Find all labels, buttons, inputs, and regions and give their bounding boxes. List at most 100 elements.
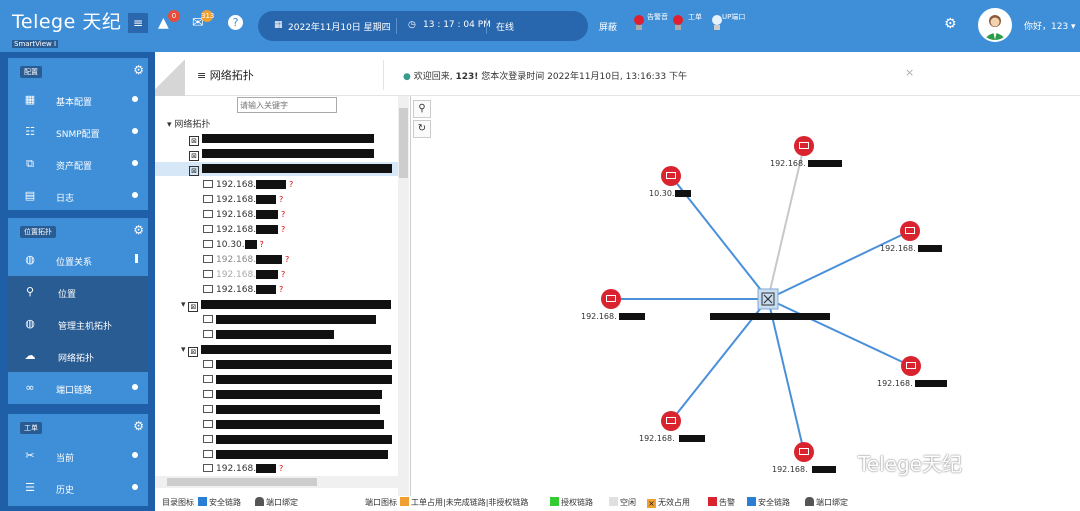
tree-leaf[interactable] — [203, 328, 334, 342]
up-port-label: UP端口 — [722, 13, 746, 21]
book-icon: ▤ — [24, 189, 36, 202]
sidebar-item-location-relation[interactable]: ◍ 位置关系 — [8, 244, 148, 276]
tree-leaf[interactable] — [203, 388, 382, 402]
tree-leaf[interactable]: 192.168. ? — [203, 253, 289, 267]
topology-canvas[interactable]: 192.168. 10.30. 192.168. 192.168. 192.16… — [438, 96, 1080, 496]
tools-icon: ✂ — [25, 449, 35, 462]
globe-icon: ◍ — [25, 253, 35, 266]
sidebar-item-port-link[interactable]: ∞ 端口链路 — [8, 372, 148, 404]
tree-leaf[interactable]: 192.168. ? — [203, 193, 283, 207]
datetime-pill: ▦ 2022年11月10日 星期四 ◷ 13 : 17 : 04 PM 在线 — [258, 11, 588, 41]
user-greeting[interactable]: 你好，123 ▾ — [1024, 19, 1076, 32]
sidebar-item-history[interactable]: ☰ 历史 — [8, 472, 148, 504]
legend-dir-label: 目录图标 — [162, 498, 194, 507]
tree-search-input[interactable] — [237, 97, 337, 113]
settings-gear-icon[interactable]: ⚙ — [944, 16, 957, 32]
help-icon[interactable]: ? — [228, 15, 243, 30]
sidebar-item-log[interactable]: ▤ 日志 — [8, 180, 148, 212]
tree-switch-node[interactable]: ▾ ⊠ — [181, 298, 392, 312]
top-bar: Telege 天纪 SmartView I ≡ ▲ 0 ✉ 313 ? ▦ 20… — [0, 0, 1080, 52]
topology-tree-panel: ▾ 网络拓扑 ⊠ ⊠ ⊠ 192.168. ? 192.168. ? 192.1… — [155, 96, 411, 496]
sidebar-item-host-topology[interactable]: ◍ 管理主机拓扑 — [8, 308, 148, 340]
sidebar-item-current[interactable]: ✂ 当前 — [8, 440, 148, 472]
clock-icon: ◷ — [408, 20, 416, 30]
user-avatar[interactable] — [978, 8, 1012, 42]
pin-icon: ⚲ — [25, 285, 35, 298]
sidebar: 配置 ⚙ ▦ 基本配置 ☷ SNMP配置 ⧉ 资产配置 ▤ 日志 位置拓扑 ⚙ ◍ 位置关… — [0, 52, 155, 511]
alarm-sound-bulb-icon[interactable] — [633, 14, 645, 32]
tree-leaf[interactable]: 192.168. ? — [203, 223, 285, 237]
close-welcome-button[interactable]: × — [905, 66, 914, 79]
tree-horizontal-scrollbar[interactable] — [155, 476, 398, 488]
section-title: 工单 — [20, 422, 42, 434]
tree-vertical-scrollbar[interactable] — [398, 96, 409, 496]
tree-leaf[interactable] — [203, 358, 392, 372]
main-content: ≡ 网络拓扑 ● 欢迎回来, 123! 您本次登录时间 2022年11月10日,… — [155, 52, 1080, 511]
svg-text:192.168.: 192.168. — [880, 244, 916, 253]
legend-idle: 空闲 — [609, 497, 636, 508]
topology-link — [767, 298, 912, 367]
list-icon: ☰ — [25, 481, 35, 494]
tree-leaf[interactable] — [203, 433, 392, 447]
app-logo-subtitle: SmartView I — [12, 40, 59, 48]
sidebar-item-location[interactable]: ⚲ 位置 — [8, 276, 148, 308]
tree-leaf[interactable] — [203, 403, 380, 417]
topology-link-idle — [767, 145, 805, 300]
legend-port-icon-label: 端口图标 — [365, 498, 397, 507]
tree-switch-node[interactable]: ▾ ⊠ — [181, 343, 392, 357]
info-icon: ● — [403, 72, 411, 82]
legend-bar: 目录图标 安全链路 端口绑定 端口图标 工单占用|未完成链路|非授权链路 授权链… — [155, 494, 1080, 511]
alarm-sound-label: 告警音 — [647, 13, 668, 21]
tree-leaf[interactable]: 10.30. ? — [203, 238, 264, 252]
svg-text:192.168.: 192.168. — [772, 465, 808, 474]
sidebar-section-workorder: 工单 ⚙ ✂ 当前 ☰ 历史 — [8, 414, 148, 506]
mail-badge: 313 — [201, 10, 215, 22]
section-gear-icon[interactable]: ⚙ — [133, 419, 144, 433]
tree-switch-node-selected[interactable]: ⊠ — [155, 162, 398, 176]
tree-leaf[interactable] — [203, 418, 384, 432]
order-label: 工单 — [688, 13, 702, 21]
tab-bar: ≡ 网络拓扑 ● 欢迎回来, 123! 您本次登录时间 2022年11月10日,… — [155, 52, 1080, 96]
current-date: 2022年11月10日 星期四 — [288, 23, 391, 33]
tree-switch-node[interactable]: ⊠ — [189, 132, 374, 146]
menu-toggle-button[interactable]: ≡ — [128, 13, 148, 33]
tree-leaf[interactable]: 192.168. ? — [203, 178, 293, 192]
sidebar-item-basic-config[interactable]: ▦ 基本配置 — [8, 84, 148, 116]
tree-leaf[interactable] — [203, 448, 388, 462]
sidebar-section-topology: 位置拓扑 ⚙ ◍ 位置关系 ⚲ 位置 ◍ 管理主机拓扑 ☁ 网络拓扑 ∞ 端口链路 — [8, 218, 148, 404]
topology-node: 192.168. — [877, 356, 947, 388]
refresh-icon[interactable]: ↻ — [413, 120, 431, 138]
current-time: 13 : 17 : 04 PM — [423, 20, 491, 30]
sidebar-section-config: 配置 ⚙ ▦ 基本配置 ☷ SNMP配置 ⧉ 资产配置 ▤ 日志 — [8, 58, 148, 210]
watermark: Telege天纪 — [858, 452, 962, 476]
order-bulb-icon[interactable] — [672, 14, 684, 32]
section-title: 位置拓扑 — [20, 226, 56, 238]
alarm-icon[interactable]: ▲ — [158, 15, 169, 31]
search-icon[interactable]: ⚲ — [413, 100, 431, 118]
legend-order-used: 工单占用|未完成链路|非授权链路 — [400, 497, 528, 508]
section-gear-icon[interactable]: ⚙ — [133, 223, 144, 237]
legend-alarm: 告警 — [708, 497, 735, 508]
sidebar-item-network-topology[interactable]: ☁ 网络拓扑 — [8, 340, 148, 372]
topology-node: 10.30. — [649, 166, 691, 198]
svg-text:192.168.: 192.168. — [581, 312, 617, 321]
tree-leaf[interactable]: 192.168. ? — [203, 268, 285, 282]
topology-center-switch[interactable] — [710, 288, 830, 320]
tree-leaf[interactable]: 192.168. ? — [203, 462, 283, 476]
mute-toggle[interactable]: 屏蔽 — [599, 20, 617, 33]
section-gear-icon[interactable]: ⚙ — [133, 63, 144, 77]
sidebar-item-snmp-config[interactable]: ☷ SNMP配置 — [8, 116, 148, 148]
tree-leaf[interactable]: 192.168. ? — [203, 208, 285, 222]
tree-leaf[interactable] — [203, 313, 376, 327]
tree-leaf[interactable]: 192.168. ? — [203, 283, 283, 297]
tree-root[interactable]: ▾ 网络拓扑 — [167, 118, 210, 132]
globe-icon: ◍ — [25, 317, 35, 330]
tree-leaf[interactable] — [203, 373, 392, 387]
sidebar-item-asset-config[interactable]: ⧉ 资产配置 — [8, 148, 148, 180]
svg-text:10.30.: 10.30. — [649, 189, 674, 198]
alarm-badge: 0 — [168, 10, 180, 22]
svg-text:192.168.: 192.168. — [770, 159, 806, 168]
topology-link — [767, 230, 911, 300]
tree-switch-node[interactable]: ⊠ — [189, 147, 374, 161]
cloud-icon: ☁ — [24, 349, 36, 362]
